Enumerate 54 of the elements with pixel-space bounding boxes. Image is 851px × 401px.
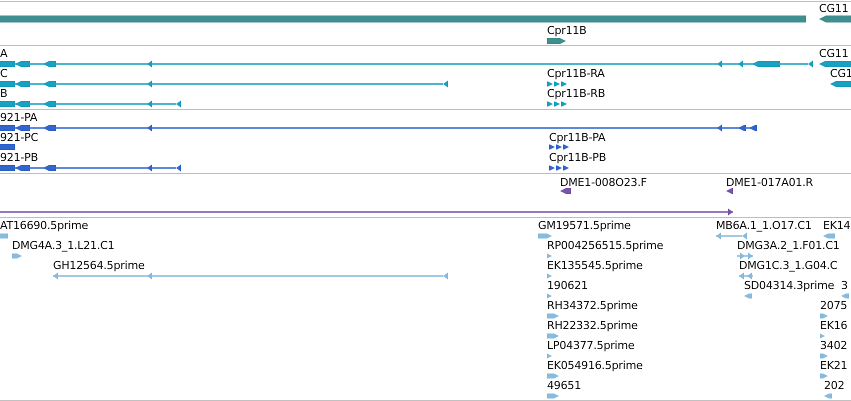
feature-label: 921-PC xyxy=(0,131,38,144)
feature-label: B xyxy=(0,87,8,100)
transcript-glyph[interactable] xyxy=(0,80,448,88)
feature-glyph[interactable] xyxy=(549,144,569,150)
feature-label: C xyxy=(0,67,8,80)
feature-label: A xyxy=(0,47,8,60)
feature-label: RH22332.5prime xyxy=(547,319,638,332)
feature-label: EK14 xyxy=(823,219,850,232)
transcript-glyph[interactable] xyxy=(0,100,181,108)
feature-label: LP04377.5prime xyxy=(547,339,634,352)
feature-label: GH12564.5prime xyxy=(53,259,145,272)
feature-label: 190621 xyxy=(547,279,588,292)
feature-label: DME1-017A01.R xyxy=(726,176,813,189)
feature-label: RP004256515.5prime xyxy=(547,239,664,252)
feature-label: 49651 xyxy=(547,379,581,392)
feature-label: Cpr11B-PA xyxy=(549,131,606,144)
feature-label: 921-PB xyxy=(0,151,38,164)
feature-label: AT16690.5prime xyxy=(0,219,88,232)
feature-glyph[interactable] xyxy=(549,166,569,170)
feature-label: EK16 xyxy=(820,319,848,332)
feature-label: 2075 xyxy=(820,299,848,312)
feature-label: GM19571.5prime xyxy=(538,219,631,232)
feature-label: Cpr11B xyxy=(547,24,587,37)
feature-label: 202 xyxy=(824,379,844,392)
transcript-glyph[interactable] xyxy=(0,208,733,216)
feature-glyph[interactable] xyxy=(547,38,566,44)
feature-glyph[interactable] xyxy=(560,188,571,194)
feature-label: EK135545.5prime xyxy=(547,259,643,272)
feature-label: EK21 xyxy=(820,359,848,372)
feature-glyph[interactable] xyxy=(819,16,851,22)
feature-glyph[interactable] xyxy=(830,81,851,87)
transcript-glyph[interactable] xyxy=(0,60,813,68)
feature-label: MB6A.1_1.O17.C1 xyxy=(716,219,812,232)
feature-label: Cpr11B-RA xyxy=(547,67,605,80)
feature-label: 3402 xyxy=(820,339,848,352)
feature-label: DMG3A.2_1.F01.C1 xyxy=(737,239,840,252)
transcript-glyph[interactable] xyxy=(0,164,181,172)
feature-label: DME1-008O23.F xyxy=(560,176,647,189)
feature-label: SD04314.3prime xyxy=(744,279,834,292)
feature-label: Cpr11B-PB xyxy=(549,151,606,164)
feature-glyph[interactable] xyxy=(726,188,733,194)
feature-label: 921-PA xyxy=(0,111,38,124)
feature-label: 3 xyxy=(841,279,848,292)
transcript-glyph[interactable] xyxy=(0,124,757,132)
feature-glyph[interactable] xyxy=(547,82,567,86)
feature-label: CG11 xyxy=(819,2,848,15)
feature-label: DMG4A.3_1.L21.C1 xyxy=(12,239,114,252)
feature-label: RH34372.5prime xyxy=(547,299,638,312)
feature-glyph[interactable] xyxy=(547,102,567,106)
feature-label: CG11 xyxy=(819,47,848,60)
feature-glyph[interactable] xyxy=(819,61,851,67)
feature-label: Cpr11B-RB xyxy=(547,87,606,100)
feature-label: EK054916.5prime xyxy=(547,359,643,372)
feature-label: DMG1C.3_1.G04.C xyxy=(739,259,838,272)
